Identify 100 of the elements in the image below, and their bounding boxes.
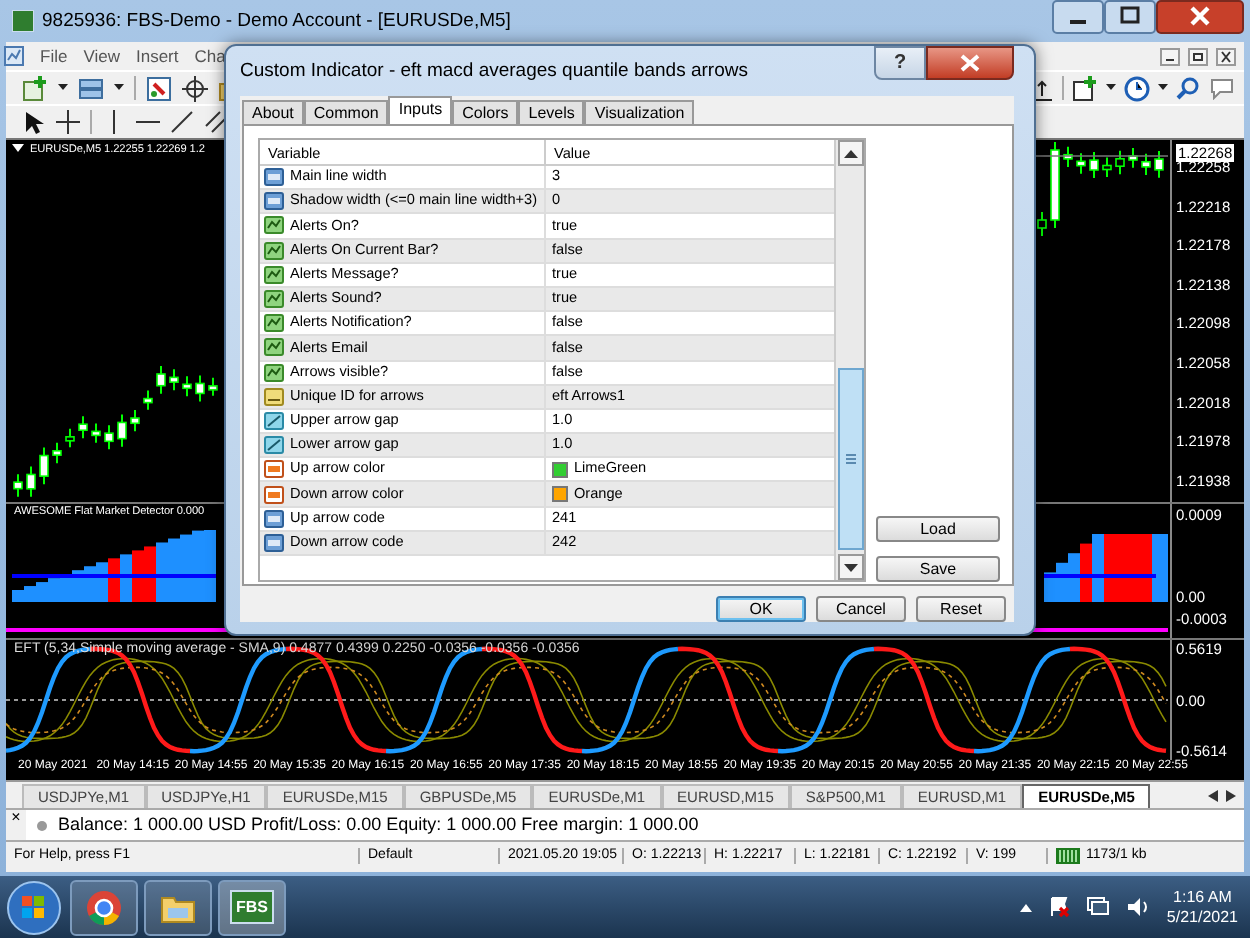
candle [1076,152,1086,175]
candle [1128,147,1138,169]
candle [182,375,192,398]
candle [39,446,49,486]
clock-time[interactable]: 1:16 AM [1166,887,1238,907]
candle [1141,152,1151,176]
scroll-up-button[interactable] [837,140,863,166]
folder-icon [160,891,196,923]
candle [208,376,218,397]
cursor-icon[interactable] [22,109,46,135]
dialog-tab[interactable]: Common [303,100,389,124]
dropdown-icon[interactable] [12,144,24,154]
crosshair-icon[interactable] [56,110,80,134]
clock-date[interactable]: 5/21/2021 [1166,907,1238,927]
close-icon[interactable] [1156,0,1244,34]
caret-icon [843,563,857,571]
app-logo: FBS [230,889,274,925]
maximize-icon[interactable] [1104,0,1156,34]
candle [13,473,23,498]
market-watch-icon[interactable] [146,75,172,101]
caret-icon[interactable] [114,84,124,92]
scrollbar-thumb[interactable] [837,368,863,550]
dialog-button[interactable]: Reset [916,596,1006,622]
explorer-button[interactable] [144,879,212,935]
boolean-icon [264,338,284,357]
caret-icon [843,149,857,157]
boolean-icon [264,216,284,235]
connection-bars-icon [1056,847,1080,864]
close-icon[interactable] [1216,47,1236,65]
candle [195,374,205,403]
dialog-tab[interactable]: Visualization [584,100,695,124]
menu-item[interactable]: View [83,45,120,67]
candle [169,368,179,392]
dialog-title: Custom Indicator - eft macd averages quantile bands arrows [240,59,748,83]
new-chart-icon[interactable] [22,75,48,101]
channel-icon[interactable] [204,110,228,134]
close-button[interactable] [926,46,1014,80]
chat-icon[interactable] [1208,76,1236,100]
dialog-tab[interactable]: Inputs [388,96,453,124]
boolean-icon [264,241,284,260]
candle [1089,151,1099,179]
candle [65,427,75,449]
candle [26,465,36,498]
trend-line-icon[interactable] [170,110,194,134]
candle [1050,141,1060,229]
candle [1037,211,1047,237]
dialog-button[interactable]: OK [716,596,806,622]
restore-icon[interactable] [1188,47,1208,65]
start-icon[interactable] [4,877,64,937]
candle [1154,150,1164,179]
caret-icon[interactable] [58,84,68,92]
help-button[interactable]: ? [874,46,926,80]
account-summary: Balance: 1 000.00 USD Profit/Loss: 0.00 Equity: 1 000.00 Free margin: 1 000.00 [58,814,699,836]
browser-button[interactable] [70,879,138,935]
dialog-tab[interactable]: Colors [452,100,519,124]
candle [1063,145,1073,168]
decimal-icon [264,411,284,430]
candle [1115,149,1125,176]
caret-icon[interactable] [1158,84,1168,92]
new-order-icon[interactable] [1072,75,1098,101]
network-icon[interactable] [1086,896,1111,918]
window-title: 9825936: FBS-Demo - Demo Account - [EURUSDe,M5] [42,9,511,33]
boolean-icon [264,265,284,284]
close-icon [960,53,980,72]
menu-item[interactable]: Cha [194,45,226,67]
browser-icon [86,889,122,925]
scroll-left-icon[interactable] [1208,789,1218,801]
boolean-icon [264,290,284,309]
dialog-tab[interactable]: Levels [518,100,585,124]
dialog-tab[interactable]: About [242,100,304,124]
dialog-button[interactable]: Load [876,516,1000,542]
minimize-icon[interactable] [1160,47,1180,65]
text-type-icon [264,387,284,406]
flag-icon[interactable] [1048,896,1071,918]
candle [130,409,140,433]
status-dot-icon [36,819,48,831]
level-line [1044,574,1156,578]
grip-icon [845,454,855,464]
candle [117,413,127,448]
dialog-button[interactable]: Save [876,556,1000,582]
speaker-icon[interactable] [1126,896,1151,918]
app-icon [12,10,34,32]
clock-icon[interactable] [1124,75,1150,101]
candle [104,424,114,451]
app-button[interactable]: FBS [218,879,286,935]
search-icon[interactable] [1176,76,1200,100]
candle [143,389,153,411]
menu-item[interactable]: Insert [135,45,179,67]
minimize-icon[interactable] [1052,0,1104,34]
scroll-right-icon[interactable] [1226,789,1236,801]
crosshair-icon[interactable] [182,75,208,101]
caret-icon[interactable] [1106,84,1116,92]
candle [91,422,101,444]
tray-caret-icon[interactable] [1020,903,1033,911]
scroll-down-button[interactable] [837,554,863,580]
dialog-button[interactable]: Cancel [816,596,906,622]
candle [52,441,62,465]
decimal-icon [264,436,284,455]
profiles-icon[interactable] [78,75,104,101]
menu-item[interactable]: File [40,45,68,67]
